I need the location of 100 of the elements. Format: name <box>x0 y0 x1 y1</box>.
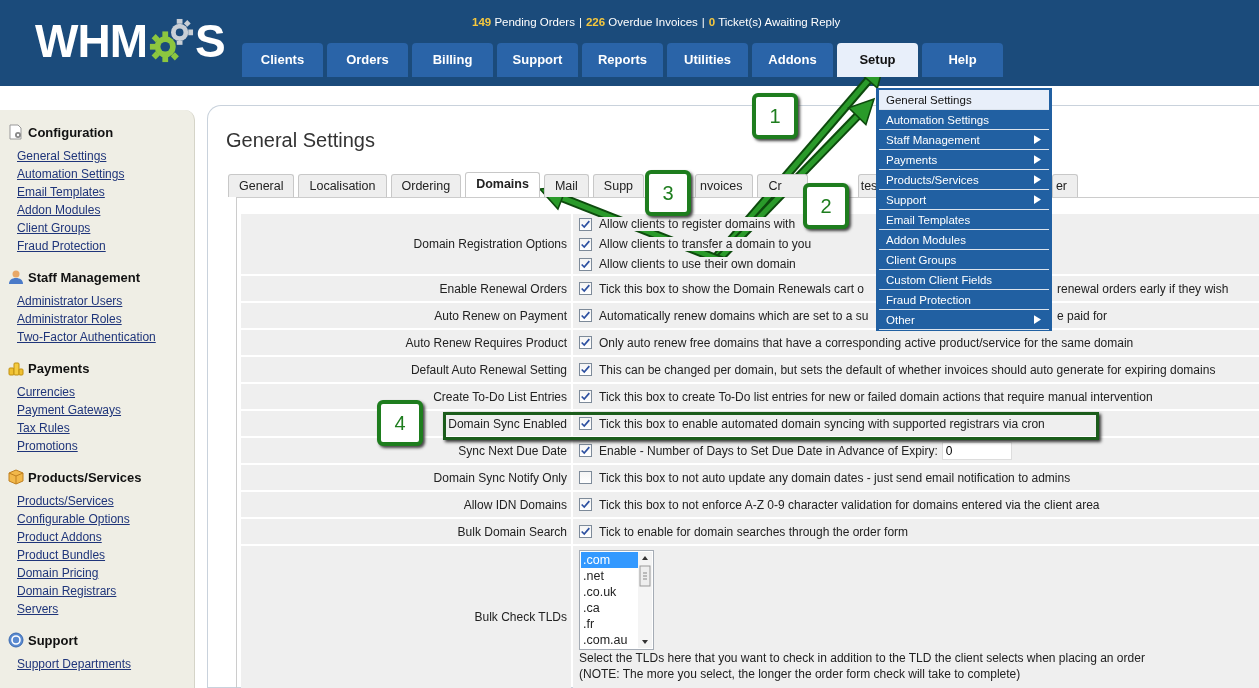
sidebar-link[interactable]: Client Groups <box>17 219 91 237</box>
menu-item[interactable]: Automation Settings <box>879 110 1049 130</box>
sidebar-link[interactable]: General Settings <box>17 147 107 165</box>
nav-tab[interactable]: Setup <box>837 43 918 77</box>
submenu-arrow-icon <box>1034 135 1041 144</box>
sidebar-link[interactable]: Email Templates <box>17 183 105 201</box>
days-input-field[interactable]: 0 <box>941 441 1012 460</box>
sidebar-link[interactable]: Servers <box>17 600 59 618</box>
settings-tab[interactable]: er <box>1051 174 1078 197</box>
option-text: Allow clients to transfer a domain to you <box>599 237 812 251</box>
logo-text: WHM <box>35 18 147 64</box>
sidebar-link[interactable]: Tax Rules <box>17 419 70 437</box>
checkbox[interactable] <box>579 525 592 538</box>
sidebar-heading: Staff Management <box>28 269 140 285</box>
sidebar-link[interactable]: Product Addons <box>17 528 102 546</box>
submenu-arrow-icon <box>1034 195 1041 204</box>
stat-link[interactable]: 0 Ticket(s) Awaiting Reply <box>708 16 841 28</box>
sidebar-link[interactable]: Addon Modules <box>17 201 101 219</box>
menu-item[interactable]: General Settings <box>879 90 1049 110</box>
menu-item[interactable]: Addon Modules <box>879 230 1049 250</box>
sidebar-link[interactable]: Domain Pricing <box>17 564 99 582</box>
checkbox[interactable] <box>579 257 592 271</box>
settings-tab[interactable]: Supp <box>592 174 645 197</box>
settings-tab[interactable]: Ordering <box>390 174 462 197</box>
nav-tab[interactable]: Utilities <box>667 43 748 77</box>
menu-item[interactable]: Staff Management <box>879 130 1049 150</box>
checkbox[interactable] <box>579 282 592 295</box>
menu-item[interactable]: Support <box>879 190 1049 210</box>
checkbox[interactable] <box>579 237 592 251</box>
menu-item[interactable]: Custom Client Fields <box>879 270 1049 290</box>
menu-item[interactable]: Email Templates <box>879 210 1049 230</box>
checkbox[interactable] <box>579 309 592 322</box>
sidebar-link[interactable]: Fraud Protection <box>17 237 106 255</box>
sidebar-link[interactable]: Promotions <box>17 437 78 455</box>
nav-tab[interactable]: Billing <box>412 43 493 77</box>
checkbox[interactable] <box>579 444 592 457</box>
menu-item[interactable]: Fraud Protection <box>879 290 1049 310</box>
tld-option[interactable]: .ca <box>581 600 638 616</box>
setting-label: Allow IDN Domains <box>241 492 571 517</box>
settings-tab[interactable]: nvoices <box>695 174 754 197</box>
tld-listbox[interactable]: .com .net .co.uk .ca .fr .com.au <box>579 550 654 650</box>
help-icon <box>8 632 24 648</box>
sidebar-link[interactable]: Domain Registrars <box>17 582 117 600</box>
nav-tab[interactable]: Support <box>497 43 578 77</box>
setting-label: Auto Renew on Payment <box>241 303 571 328</box>
box-icon <box>8 469 24 485</box>
settings-tab[interactable]: Mail <box>543 174 589 197</box>
document-gear-icon <box>8 124 24 140</box>
menu-item[interactable]: Products/Services <box>879 170 1049 190</box>
setting-description: This can be changed per domain, but sets the default of whether invoices should auto generate for expiring domains <box>599 362 1216 377</box>
tld-option[interactable]: .net <box>581 568 638 584</box>
settings-tab[interactable]: Localisation <box>298 174 387 197</box>
scrollbar[interactable] <box>638 552 652 648</box>
setting-label: Sync Next Due Date <box>241 438 571 463</box>
nav-tab[interactable]: Reports <box>582 43 663 77</box>
sidebar-link[interactable]: Products/Services <box>17 492 114 510</box>
setting-label: Default Auto Renewal Setting <box>241 357 571 382</box>
person-icon <box>8 269 24 285</box>
sidebar-link[interactable]: Payment Gateways <box>17 401 122 419</box>
sidebar-link[interactable]: Configurable Options <box>17 510 130 528</box>
setting-label: Enable Renewal Orders <box>241 276 571 301</box>
submenu-arrow-icon <box>1034 175 1041 184</box>
setting-description: Tick this box to not auto update any domain dates - just send email notification to admins <box>599 470 1071 485</box>
checkbox[interactable] <box>579 417 592 430</box>
help-text: (NOTE: The more you select, the longer the order form check will take to complete) <box>579 666 1022 682</box>
sidebar-link[interactable]: Two-Factor Authentication <box>17 328 156 346</box>
tld-option[interactable]: .co.uk <box>581 584 638 600</box>
checkbox[interactable] <box>579 336 592 349</box>
nav-tab[interactable]: Help <box>922 43 1003 77</box>
setting-label: Create To-Do List Entries <box>241 384 571 409</box>
checkbox[interactable] <box>579 217 592 231</box>
page-title: General Settings <box>226 128 375 152</box>
setting-description: Tick to enable for domain searches through the order form <box>599 524 909 539</box>
stat-link[interactable]: 226 Overdue Invoices <box>585 16 698 28</box>
menu-item[interactable]: Payments <box>879 150 1049 170</box>
step-badge: 1 <box>752 93 798 139</box>
checkbox[interactable] <box>579 363 592 376</box>
menu-item[interactable]: Client Groups <box>879 250 1049 270</box>
nav-tab[interactable]: Addons <box>752 43 833 77</box>
setting-label: Auto Renew Requires Product <box>241 330 571 355</box>
menu-item[interactable]: Other <box>879 310 1049 330</box>
checkbox[interactable] <box>579 390 592 403</box>
checkbox[interactable] <box>579 498 592 511</box>
sidebar-link[interactable]: Support Departments <box>17 655 132 673</box>
settings-tab[interactable]: Domains <box>465 172 540 197</box>
checkbox[interactable] <box>579 471 592 484</box>
sidebar-link[interactable]: Administrator Users <box>17 292 123 310</box>
sidebar-link[interactable]: Product Bundles <box>17 546 106 564</box>
nav-tab[interactable]: Clients <box>242 43 323 77</box>
tld-option[interactable]: .fr <box>581 616 638 632</box>
tld-option[interactable]: .com.au <box>581 632 638 648</box>
nav-tab[interactable]: Orders <box>327 43 408 77</box>
sidebar-link[interactable]: Administrator Roles <box>17 310 122 328</box>
settings-tab[interactable]: General <box>228 174 295 197</box>
sidebar-link[interactable]: Automation Settings <box>17 165 125 183</box>
settings-tab[interactable]: Cr <box>757 174 808 197</box>
sidebar-link[interactable]: Currencies <box>17 383 76 401</box>
stat-link[interactable]: 149 Pending Orders <box>472 16 575 28</box>
submenu-arrow-icon <box>1034 315 1041 324</box>
step-badge: 3 <box>645 170 691 216</box>
